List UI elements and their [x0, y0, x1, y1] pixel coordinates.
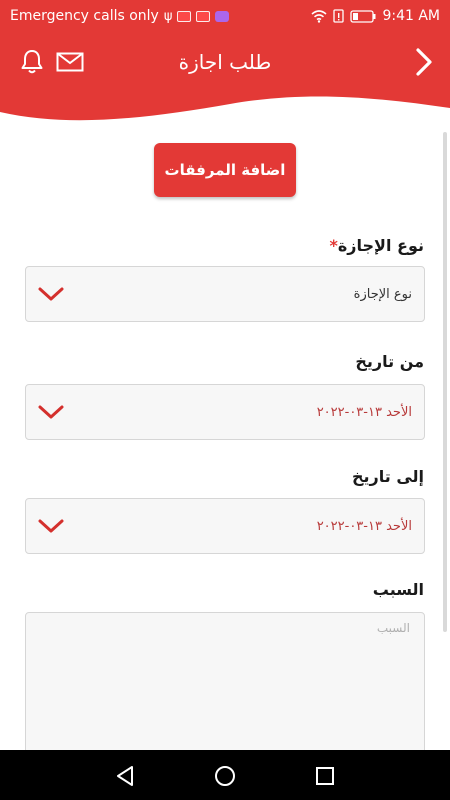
back-button[interactable]: [408, 46, 440, 78]
reason-label: السبب: [372, 580, 424, 599]
sim-alert-icon: [333, 9, 345, 23]
add-attachments-button[interactable]: اضافة المرفقات: [154, 143, 296, 197]
scrollbar[interactable]: [443, 132, 447, 632]
to-date-value: الأحد ١٣-٠٣-٢٠٢٢: [316, 518, 412, 534]
youtube-icon: [196, 10, 211, 22]
battery-icon: [350, 9, 376, 23]
reason-textarea[interactable]: السبب: [25, 612, 425, 762]
usb-icon: ψ: [163, 8, 173, 24]
notification-badge-icon: [177, 10, 192, 22]
chevron-down-icon: [38, 405, 64, 419]
required-mark: *: [329, 236, 338, 255]
carrier-text: Emergency calls only: [10, 8, 159, 24]
triangle-back-icon[interactable]: [113, 764, 137, 788]
leave-type-label-text: نوع الإجازة: [337, 236, 424, 255]
from-date-label: من تاريخ: [355, 352, 424, 371]
status-time: 9:41 AM: [382, 8, 440, 24]
to-date-label: إلى تاريخ: [351, 467, 424, 486]
leave-type-label: نوع الإجازة*: [325, 236, 424, 255]
leave-type-dropdown[interactable]: نوع الإجازة: [25, 266, 425, 322]
reason-placeholder: السبب: [376, 621, 410, 635]
square-recent-icon[interactable]: [313, 764, 337, 788]
leave-type-value: نوع الإجازة: [353, 286, 412, 302]
from-date-dropdown[interactable]: الأحد ١٣-٠٣-٢٠٢٢: [25, 384, 425, 440]
page-title: طلب اجازة: [178, 50, 272, 74]
status-bar: Emergency calls only ψ 9:41 AM: [0, 0, 450, 32]
from-date-value: الأحد ١٣-٠٣-٢٠٢٢: [316, 404, 412, 420]
chevron-down-icon: [38, 287, 64, 301]
chevron-right-icon: [416, 48, 432, 76]
chevron-down-icon: [38, 519, 64, 533]
wifi-icon: [311, 9, 327, 23]
music-icon: [215, 10, 230, 22]
app-header: طلب اجازة: [0, 38, 450, 86]
system-navigation-bar: [0, 750, 450, 800]
to-date-dropdown[interactable]: الأحد ١٣-٠٣-٢٠٢٢: [25, 498, 425, 554]
circle-home-icon[interactable]: [213, 764, 237, 788]
